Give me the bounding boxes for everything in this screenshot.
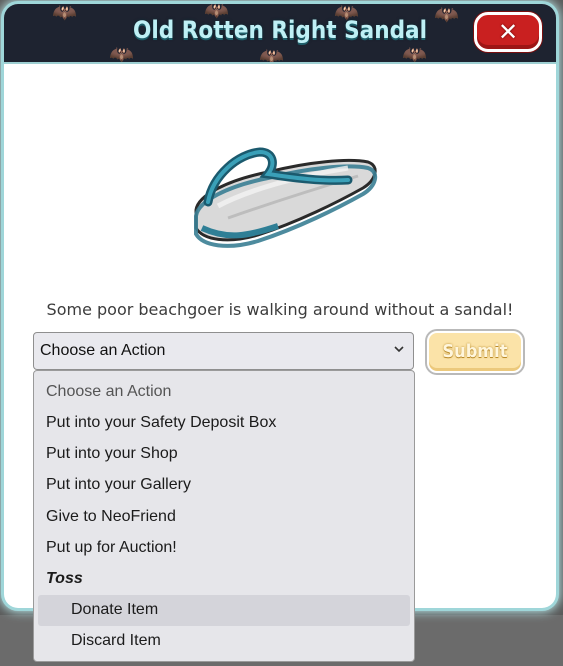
dropdown-group-label: Toss: [46, 570, 83, 587]
chevron-down-icon: [394, 346, 404, 353]
bat-pattern-icon: 🦇: [259, 44, 284, 64]
dropdown-option[interactable]: Give to NeoFriend: [46, 508, 176, 526]
dropdown-option[interactable]: Donate Item: [71, 601, 158, 619]
dropdown-option[interactable]: Choose an Action: [46, 383, 171, 401]
dropdown-option[interactable]: Discard Item: [71, 632, 161, 650]
dropdown-option[interactable]: Put up for Auction!: [46, 539, 177, 557]
close-icon: ✕: [497, 18, 519, 46]
action-select-value: Choose an Action: [40, 342, 166, 359]
sandal-image: [194, 147, 378, 248]
close-button[interactable]: ✕: [474, 12, 542, 52]
submit-button-label: Submit: [442, 341, 508, 362]
modal-header: 🦇 🦇 🦇 🦇 🦇 🦇 🦇 Old Rotten Right Sandal ✕: [4, 4, 556, 64]
dropdown-option[interactable]: Put into your Safety Deposit Box: [46, 414, 276, 432]
item-description: Some poor beachgoer is walking around wi…: [46, 300, 514, 319]
dropdown-option[interactable]: Put into your Gallery: [46, 476, 191, 494]
action-dropdown-list: Choose an Action Put into your Safety De…: [33, 370, 415, 662]
submit-button[interactable]: Submit: [427, 331, 523, 373]
bat-pattern-icon: 🦇: [402, 42, 427, 64]
action-select[interactable]: Choose an Action: [33, 332, 414, 370]
bat-pattern-icon: 🦇: [109, 42, 134, 64]
dropdown-option[interactable]: Put into your Shop: [46, 445, 178, 463]
